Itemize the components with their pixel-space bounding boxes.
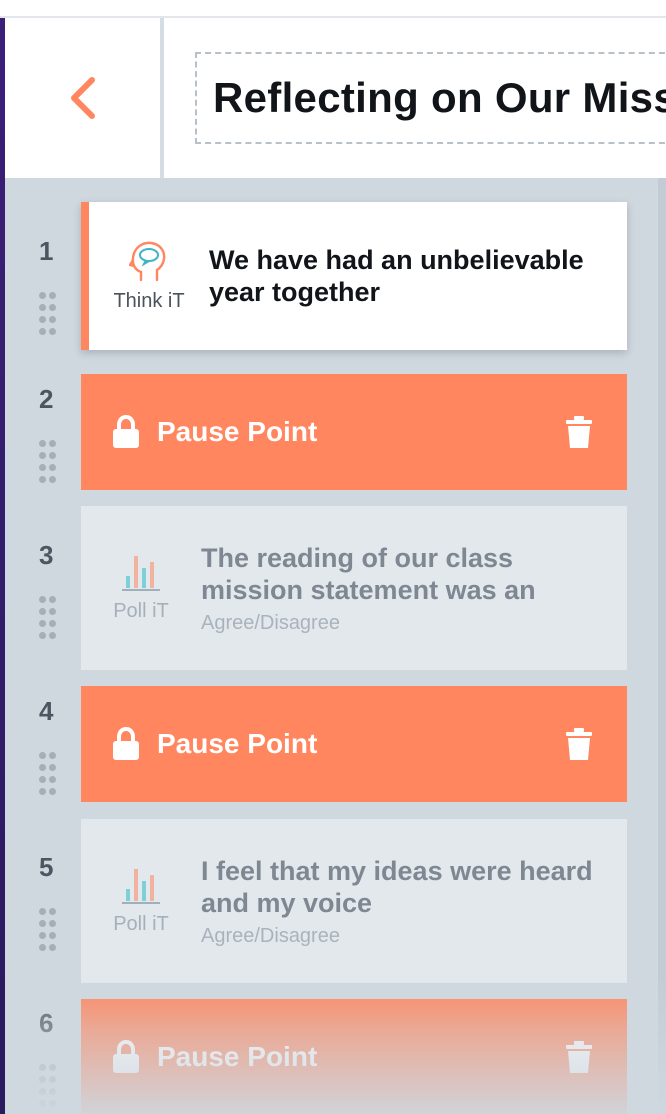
pause-point-label: Pause Point: [157, 416, 318, 447]
back-button[interactable]: [5, 18, 160, 178]
item-type-label: Think iT: [113, 289, 185, 312]
pause-point-card[interactable]: Pause Point: [81, 686, 627, 802]
pause-point-label: Pause Point: [157, 728, 318, 759]
item-number: 4: [39, 696, 54, 726]
drag-handle[interactable]: [39, 908, 61, 954]
top-bar: [0, 0, 666, 18]
trash-icon[interactable]: [565, 415, 593, 449]
item-number: 1: [39, 236, 54, 266]
pause-point-label: Pause Point: [157, 1041, 318, 1072]
item-number: 6: [39, 1008, 54, 1038]
lock-icon: [113, 727, 139, 760]
drag-handle[interactable]: [39, 596, 61, 642]
item-number: 2: [39, 384, 54, 414]
item-subtitle: Agree/Disagree: [201, 924, 340, 947]
head-thought-icon: [129, 241, 166, 281]
scrollbar[interactable]: [658, 178, 666, 1114]
item-number: 5: [39, 852, 54, 882]
bar-chart-icon: [122, 868, 160, 904]
chevron-left-icon: [70, 77, 95, 119]
drag-handle[interactable]: [39, 752, 61, 798]
lock-icon: [113, 1040, 139, 1073]
item-prompt: We have had an unbelievable year togethe…: [209, 245, 584, 307]
lesson-title: Reflecting on Our Mission Statement: [213, 74, 666, 121]
title-input[interactable]: Reflecting on Our Mission Statement: [195, 52, 666, 144]
think-it-card[interactable]: Think iT We have had an unbelievable yea…: [81, 202, 627, 350]
poll-it-card[interactable]: Poll iT The reading of our class mission…: [81, 506, 627, 670]
header-divider: [160, 18, 164, 178]
editor-header: Reflecting on Our Mission Statement: [5, 18, 666, 178]
trash-icon[interactable]: [565, 1040, 593, 1074]
item-list: 1 Think iT We have had an unbelievable y…: [5, 178, 666, 1114]
drag-handle[interactable]: [39, 292, 61, 338]
bar-chart-icon: [122, 555, 160, 591]
item-type-label: Poll iT: [113, 912, 169, 935]
pause-point-card[interactable]: Pause Point: [81, 374, 627, 490]
item-subtitle: Agree/Disagree: [201, 611, 340, 634]
trash-icon[interactable]: [565, 727, 593, 761]
drag-handle[interactable]: [39, 1064, 61, 1110]
item-prompt: The reading of our class mission stateme…: [201, 542, 536, 605]
pause-point-card[interactable]: Pause Point: [81, 999, 627, 1114]
item-number: 3: [39, 540, 54, 570]
lock-icon: [113, 415, 139, 448]
item-type-label: Poll iT: [113, 599, 169, 622]
drag-handle[interactable]: [39, 440, 61, 486]
item-prompt: I feel that my ideas were heard and my v…: [201, 855, 593, 918]
poll-it-card[interactable]: Poll iT I feel that my ideas were heard …: [81, 819, 627, 983]
